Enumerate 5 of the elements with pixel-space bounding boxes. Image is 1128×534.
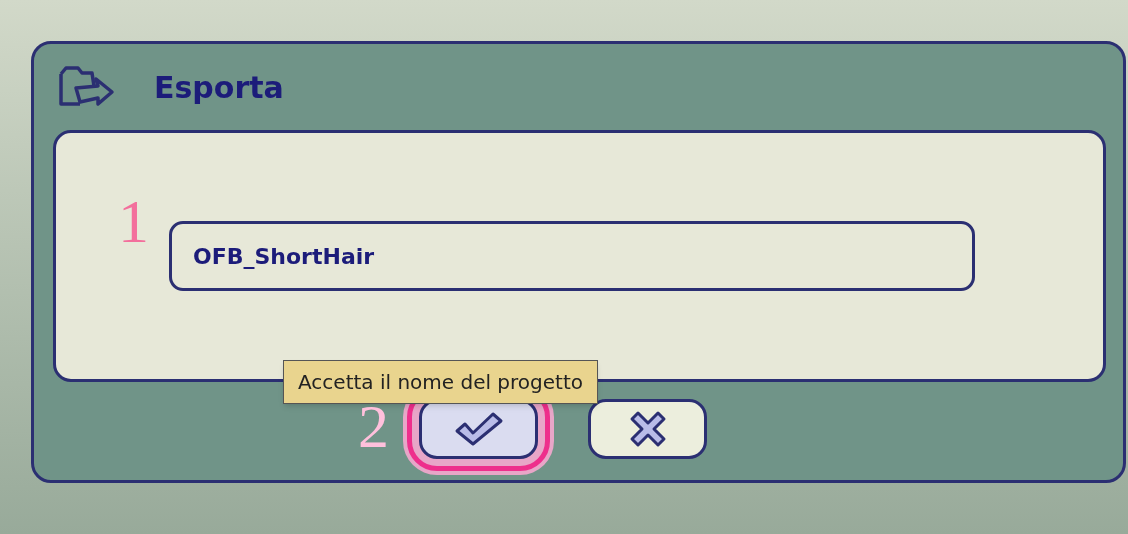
step-number: 1	[118, 190, 149, 252]
cancel-button[interactable]	[588, 399, 707, 459]
dialog-title: Esporta	[154, 68, 284, 107]
input-field[interactable]: OFB_ShortHair	[169, 221, 975, 291]
tooltip: Accetta il nome del progetto	[283, 360, 598, 404]
